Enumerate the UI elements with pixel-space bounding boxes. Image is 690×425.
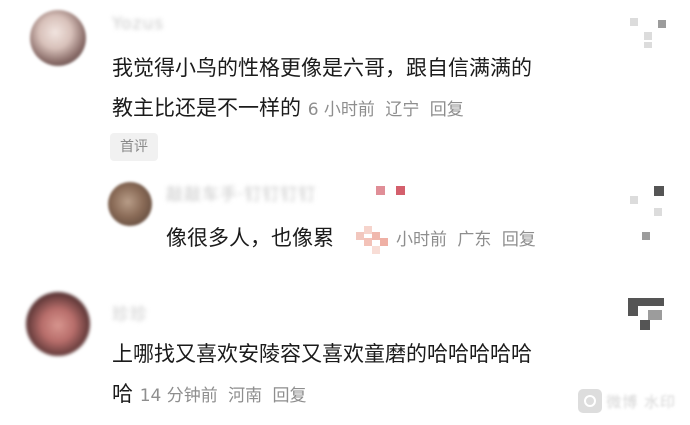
comment-location: 辽宁 [385,100,420,120]
comment-meta: 6 小时前 辽宁 回复 [308,100,464,120]
reply-button[interactable]: 回复 [430,100,464,120]
more-options-icon[interactable] [630,186,666,246]
comment-text-line: 上哪找又喜欢安陵容又喜欢童磨的哈哈哈哈哈 [112,342,532,366]
comment-meta: 小时前 广东 回复 [396,230,536,250]
more-options-icon[interactable] [628,298,664,332]
avatar[interactable] [30,10,86,66]
more-options-icon[interactable] [630,18,666,48]
comment-location: 河南 [228,386,263,406]
reply-body: 像很多人，也像累 [166,226,334,250]
comment-text-line: 我觉得小鸟的性格更像是六哥，跟自信满满的 [112,56,532,80]
comment-meta: 14 分钟前 河南 回复 [140,386,307,406]
username[interactable]: Yozus [112,14,164,34]
reply-meta-line: 小时前 广东 回复 [396,218,536,260]
comment-location: 广东 [457,230,492,250]
first-comment-badge: 首评 [110,133,158,161]
comment-text: 我觉得小鸟的性格更像是六哥，跟自信满满的 教主比还是不一样的 6 小时前 辽宁 … [112,48,532,130]
comment-time: 小时前 [396,230,447,250]
comment-text-line: 哈 14 分钟前 河南 回复 [112,374,532,416]
username[interactable]: 珍珍 [112,300,148,325]
comment-time: 14 分钟前 [139,386,218,406]
watermark: 微博 水印 [578,389,676,413]
comment-text-tail: 教主比还是不一样的 [112,96,301,120]
avatar[interactable] [26,292,90,356]
avatar[interactable] [108,182,152,226]
emoji-icon [356,222,392,258]
reply-button[interactable]: 回复 [273,386,307,406]
comment-text-tail: 哈 [112,382,133,406]
watermark-text: 微博 水印 [606,392,676,411]
comment-text: 上哪找又喜欢安陵容又喜欢童磨的哈哈哈哈哈 哈 14 分钟前 河南 回复 [112,334,532,416]
reply-text: 像很多人，也像累 [166,218,334,258]
comment-text-line: 教主比还是不一样的 6 小时前 辽宁 回复 [112,88,532,130]
comment-time: 6 小时前 [307,100,375,120]
reply-button[interactable]: 回复 [502,230,536,250]
username[interactable]: 敲敲车手·钉钉钉钉 [166,180,316,205]
weibo-logo-icon [578,389,603,413]
